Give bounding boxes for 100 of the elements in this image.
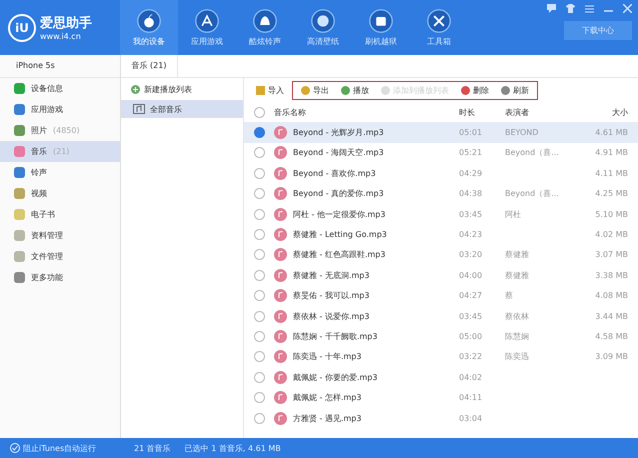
sidebar-item[interactable]: 更多功能 — [0, 267, 120, 288]
sidebar-item[interactable]: 电子书 — [0, 204, 120, 225]
chat-icon[interactable] — [547, 4, 556, 13]
row-checkbox[interactable] — [254, 392, 264, 404]
artist-cell: BEYOND — [505, 128, 538, 138]
playlist-item[interactable]: 全部音乐 — [121, 100, 243, 118]
size-cell: 4.91 MB — [595, 148, 628, 158]
artist-cell: 蔡健雅 — [505, 250, 529, 260]
check-icon — [10, 443, 20, 453]
device-name[interactable]: iPhone 5s — [0, 55, 120, 78]
sidebar-item[interactable]: 音乐 (21) — [0, 141, 120, 162]
sidebar-item[interactable]: 照片 (4850) — [0, 120, 120, 141]
duration-cell-text: 04:23 — [459, 230, 484, 240]
song-name: 蔡健雅 - 无底洞.mp3 — [293, 270, 370, 281]
row-checkbox[interactable] — [254, 208, 264, 220]
song-name: 陈慧娴 - 千千阙歌.mp3 — [293, 330, 378, 342]
size-cell: 5.10 MB — [595, 210, 628, 219]
artist-cell: 蔡依林 — [505, 312, 529, 321]
refresh-button[interactable]: 刷新 — [497, 84, 533, 96]
sidebar-item[interactable]: 文件管理 — [0, 246, 120, 267]
duration-cell-text: 03:45 — [459, 312, 484, 321]
nav-tab[interactable]: 酷炫铃声 — [236, 0, 294, 55]
row-checkbox[interactable] — [254, 351, 264, 362]
delete-button[interactable]: 删除 — [457, 84, 493, 96]
shirt-icon[interactable] — [566, 4, 575, 13]
duration-cell-text: 03:45 — [459, 210, 484, 219]
column-header[interactable]: 时长 — [459, 106, 505, 118]
song-name: Beyond - 真的爱你.mp3 — [293, 188, 384, 200]
song-name: 方雅贤 - 遇见.mp3 — [293, 412, 362, 424]
close-icon[interactable] — [623, 4, 632, 13]
song-name: 蔡旻佑 - 我可以.mp3 — [293, 290, 370, 302]
duration-cell-text: 03:04 — [459, 414, 484, 423]
artist-cell: 阿杜 — [505, 210, 521, 219]
sidebar-item[interactable]: 设备信息 — [0, 78, 120, 99]
app-store-icon — [195, 8, 219, 32]
itunes-checkbox[interactable]: 阻止iTunes自动运行 — [10, 442, 120, 454]
row-checkbox[interactable] — [254, 168, 264, 179]
song-name: 蔡健雅 - 红色高跟鞋.mp3 — [293, 249, 386, 260]
row-checkbox[interactable] — [254, 270, 264, 281]
row-checkbox[interactable] — [254, 290, 264, 302]
size-cell: 3.38 MB — [595, 270, 628, 280]
artist-cell: 蔡 — [505, 291, 513, 300]
row-checkbox[interactable] — [254, 372, 264, 383]
duration-cell-text: 04:11 — [459, 393, 484, 402]
play-button[interactable]: 播放 — [337, 84, 373, 96]
export-button[interactable]: 导出 — [297, 84, 333, 96]
new-playlist-button[interactable]: 新建播放列表 — [121, 78, 243, 100]
row-checkbox[interactable] — [254, 412, 264, 424]
nav-tab[interactable]: 刷机越狱 — [352, 0, 410, 55]
song-name: 蔡依林 - 说爱你.mp3 — [293, 310, 370, 322]
size-cell: 4.58 MB — [595, 332, 628, 341]
duration-cell-text: 05:00 — [459, 332, 484, 341]
song-name: 陈奕迅 - 十年.mp3 — [293, 351, 362, 362]
app-url: www.i4.cn — [40, 32, 82, 41]
sidebar-item[interactable]: 资料管理 — [0, 225, 120, 246]
song-name: Beyond - 喜欢你.mp3 — [293, 168, 376, 179]
row-checkbox[interactable] — [254, 229, 264, 240]
duration-cell-text: 04:27 — [459, 291, 484, 300]
song-name: Beyond - 光辉岁月.mp3 — [293, 127, 384, 138]
artist-cell: Beyond（喜... — [505, 148, 559, 158]
menu-icon[interactable] — [585, 4, 594, 13]
duration-cell-text: 05:21 — [459, 148, 484, 158]
song-name: Beyond - 海阔天空.mp3 — [293, 147, 384, 158]
sidebar-item[interactable]: 应用游戏 — [0, 99, 120, 120]
song-name: 蔡健雅 - Letting Go.mp3 — [293, 229, 387, 240]
row-checkbox[interactable] — [254, 147, 264, 158]
app-name: 爱思助手 — [40, 14, 92, 32]
row-checkbox[interactable] — [254, 330, 264, 342]
duration-cell-text: 03:20 — [459, 250, 484, 260]
size-cell: 3.44 MB — [595, 312, 628, 321]
column-header[interactable]: 大小 — [581, 106, 638, 118]
size-cell: 4.11 MB — [595, 168, 628, 178]
size-cell: 3.07 MB — [595, 250, 628, 260]
tools-icon — [427, 8, 451, 32]
selection-info: 已选中 1 首音乐, 4.61 MB — [184, 442, 281, 454]
select-all-checkbox[interactable] — [254, 106, 264, 118]
artist-cell: Beyond（喜... — [505, 189, 559, 198]
song-name: 戴佩妮 - 你要的爱.mp3 — [293, 372, 378, 383]
app-logo: iU — [8, 14, 36, 42]
duration-cell-text: 04:02 — [459, 372, 484, 382]
add-icon — [131, 84, 140, 94]
duration-cell-text: 03:22 — [459, 352, 484, 362]
song-name: 阿杜 - 他一定很爱你.mp3 — [293, 208, 386, 220]
column-header[interactable]: 音乐名称 — [274, 106, 459, 118]
nav-tab[interactable]: 应用游戏 — [178, 0, 236, 55]
row-checkbox[interactable] — [254, 127, 264, 138]
import-button[interactable]: 导入 — [252, 84, 288, 96]
column-header[interactable]: 表演者 — [505, 106, 581, 118]
size-cell: 4.08 MB — [595, 291, 628, 300]
duration-cell-text: 05:01 — [459, 128, 484, 138]
sidebar-item[interactable]: 视频 — [0, 183, 120, 204]
sidebar-item[interactable]: 铃声 — [0, 162, 120, 183]
row-checkbox[interactable] — [254, 249, 264, 260]
size-cell: 4.02 MB — [595, 230, 628, 240]
size-cell: 4.61 MB — [595, 128, 628, 138]
artist-cell: 蔡健雅 — [505, 270, 529, 280]
nav-tab[interactable]: 高清壁纸 — [294, 0, 352, 55]
music-count: 21 首音乐 — [134, 442, 171, 454]
row-checkbox[interactable] — [254, 188, 264, 200]
row-checkbox[interactable] — [254, 310, 264, 322]
